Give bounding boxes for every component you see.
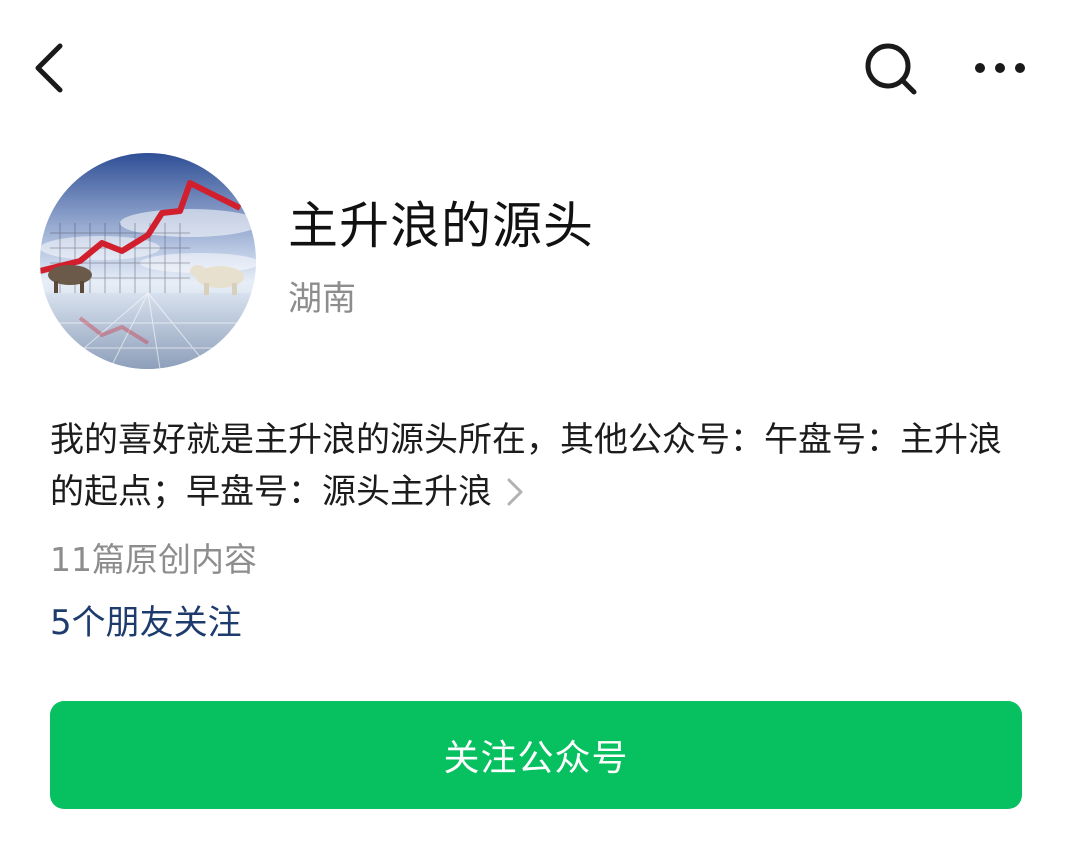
more-button[interactable] bbox=[968, 46, 1032, 90]
search-icon bbox=[865, 43, 917, 95]
follow-account-button[interactable]: 关注公众号 bbox=[50, 701, 1022, 809]
description-text: 我的喜好就是主升浪的源头所在，其他公众号：午盘号：主升浪的起点；早盘号：源头主升… bbox=[50, 420, 1002, 512]
account-avatar bbox=[40, 153, 256, 369]
more-horizontal-icon bbox=[975, 63, 1025, 73]
account-name: 主升浪的源头 bbox=[288, 197, 594, 255]
account-description[interactable]: 我的喜好就是主升浪的源头所在，其他公众号：午盘号：主升浪的起点；早盘号：源头主升… bbox=[50, 414, 1035, 522]
friends-following-link[interactable]: 5个朋友关注 bbox=[50, 600, 242, 646]
original-articles-count: 11篇原创内容 bbox=[50, 540, 257, 579]
search-button[interactable] bbox=[862, 40, 920, 98]
chevron-left-icon bbox=[35, 43, 63, 93]
follow-button-label: 关注公众号 bbox=[443, 738, 629, 779]
chevron-right-icon bbox=[506, 470, 524, 522]
back-button[interactable] bbox=[30, 40, 78, 96]
account-region: 湖南 bbox=[288, 279, 356, 319]
